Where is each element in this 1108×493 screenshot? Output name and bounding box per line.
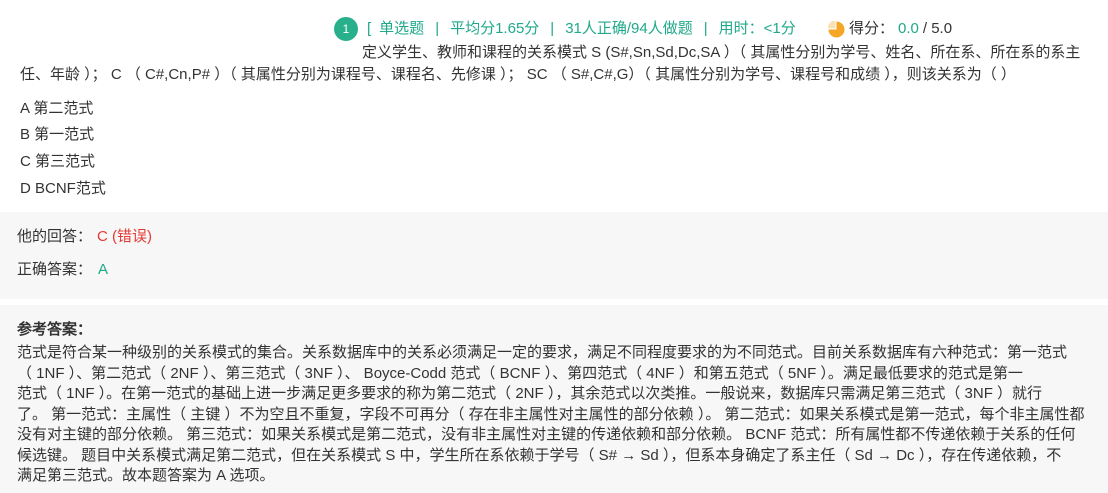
reference-line: 范式是符合某一种级别的关系模式的集合。关系数据库中的关系必须满足一定的要求，满足…: [17, 344, 1068, 361]
score-display: 得分： 0.0 / 5.0: [827, 19, 952, 39]
answer-panel: 他的回答： C (错误) 正确答案： A: [0, 212, 1108, 299]
meta-correct-count: 31人正确/94人做题: [565, 20, 693, 37]
question-text-line: 任、年龄 ）； C （ C#,Cn,P# ）（ 其属性分别为课程号、课程名、先修…: [20, 66, 1016, 83]
reference-line: 候选键。 题目中关系模式满足第二范式，但在关系模式 S 中，学生所在系依赖于学号…: [17, 446, 1062, 464]
score-label: 得分：: [849, 20, 895, 37]
reference-line: 范式（ 1NF ）。在第一范式的基础上进一步满足更多要求的称为第二范式（ 2NF…: [17, 385, 1043, 402]
meta-separator: |: [435, 20, 440, 37]
meta-separator: |: [703, 20, 708, 37]
his-answer-row: 他的回答： C (错误): [17, 227, 152, 247]
reference-answer-panel: 参考答案： 范式是符合某一种级别的关系模式的集合。关系数据库中的关系必须满足一定…: [0, 305, 1108, 493]
question-text-line: 定义学生、教师和课程的关系模式 S (S#,Sn,Sd,Dc,SA ）（ 其属性…: [362, 44, 1081, 61]
correct-answer-row: 正确答案： A: [17, 260, 108, 280]
score-value: 0.0: [898, 20, 919, 37]
correct-answer-label: 正确答案：: [17, 261, 93, 278]
meta-question-type: 单选题: [379, 20, 425, 37]
reference-line: （ 1NF ）、第二范式（ 2NF ）、第三范式（ 3NF ）、 Boyce-C…: [17, 364, 1023, 382]
meta-separator: |: [550, 20, 555, 37]
his-answer-value: C (错误): [97, 228, 153, 245]
question-number-badge: 1: [334, 17, 358, 41]
score-pie-icon: [827, 20, 846, 39]
option-d: D BCNF范式: [20, 180, 106, 197]
reference-answer-text: 范式是符合某一种级别的关系模式的集合。关系数据库中的关系必须满足一定的要求，满足…: [17, 343, 1097, 487]
option-c: C 第三范式: [20, 153, 96, 170]
correct-answer-value: A: [98, 261, 109, 278]
meta-time-used: 用时：<1分: [718, 20, 796, 37]
meta-open-bracket: [: [367, 20, 372, 37]
option-b: B 第一范式: [20, 126, 95, 143]
meta-average-score: 平均分1.65分: [450, 20, 540, 37]
question-meta: [ 单选题 | 平均分1.65分 | 31人正确/94人做题 | 用时：<1分: [367, 19, 796, 39]
reference-line: 没有对主键的部分依赖。 第三范式：如果关系模式是第二范式，没有非主属性对主键的传…: [17, 426, 1076, 443]
option-a: A 第二范式: [20, 100, 94, 117]
reference-line: 满足第三范式。故本题答案为 A 选项。: [17, 467, 275, 484]
score-total: / 5.0: [922, 20, 953, 37]
reference-answer-title: 参考答案：: [17, 321, 93, 338]
reference-line: 了。 第一范式：主属性（ 主键 ）不为空且不重复，字段不可再分（ 存在非主属性对…: [17, 405, 1085, 423]
his-answer-label: 他的回答：: [17, 228, 93, 245]
